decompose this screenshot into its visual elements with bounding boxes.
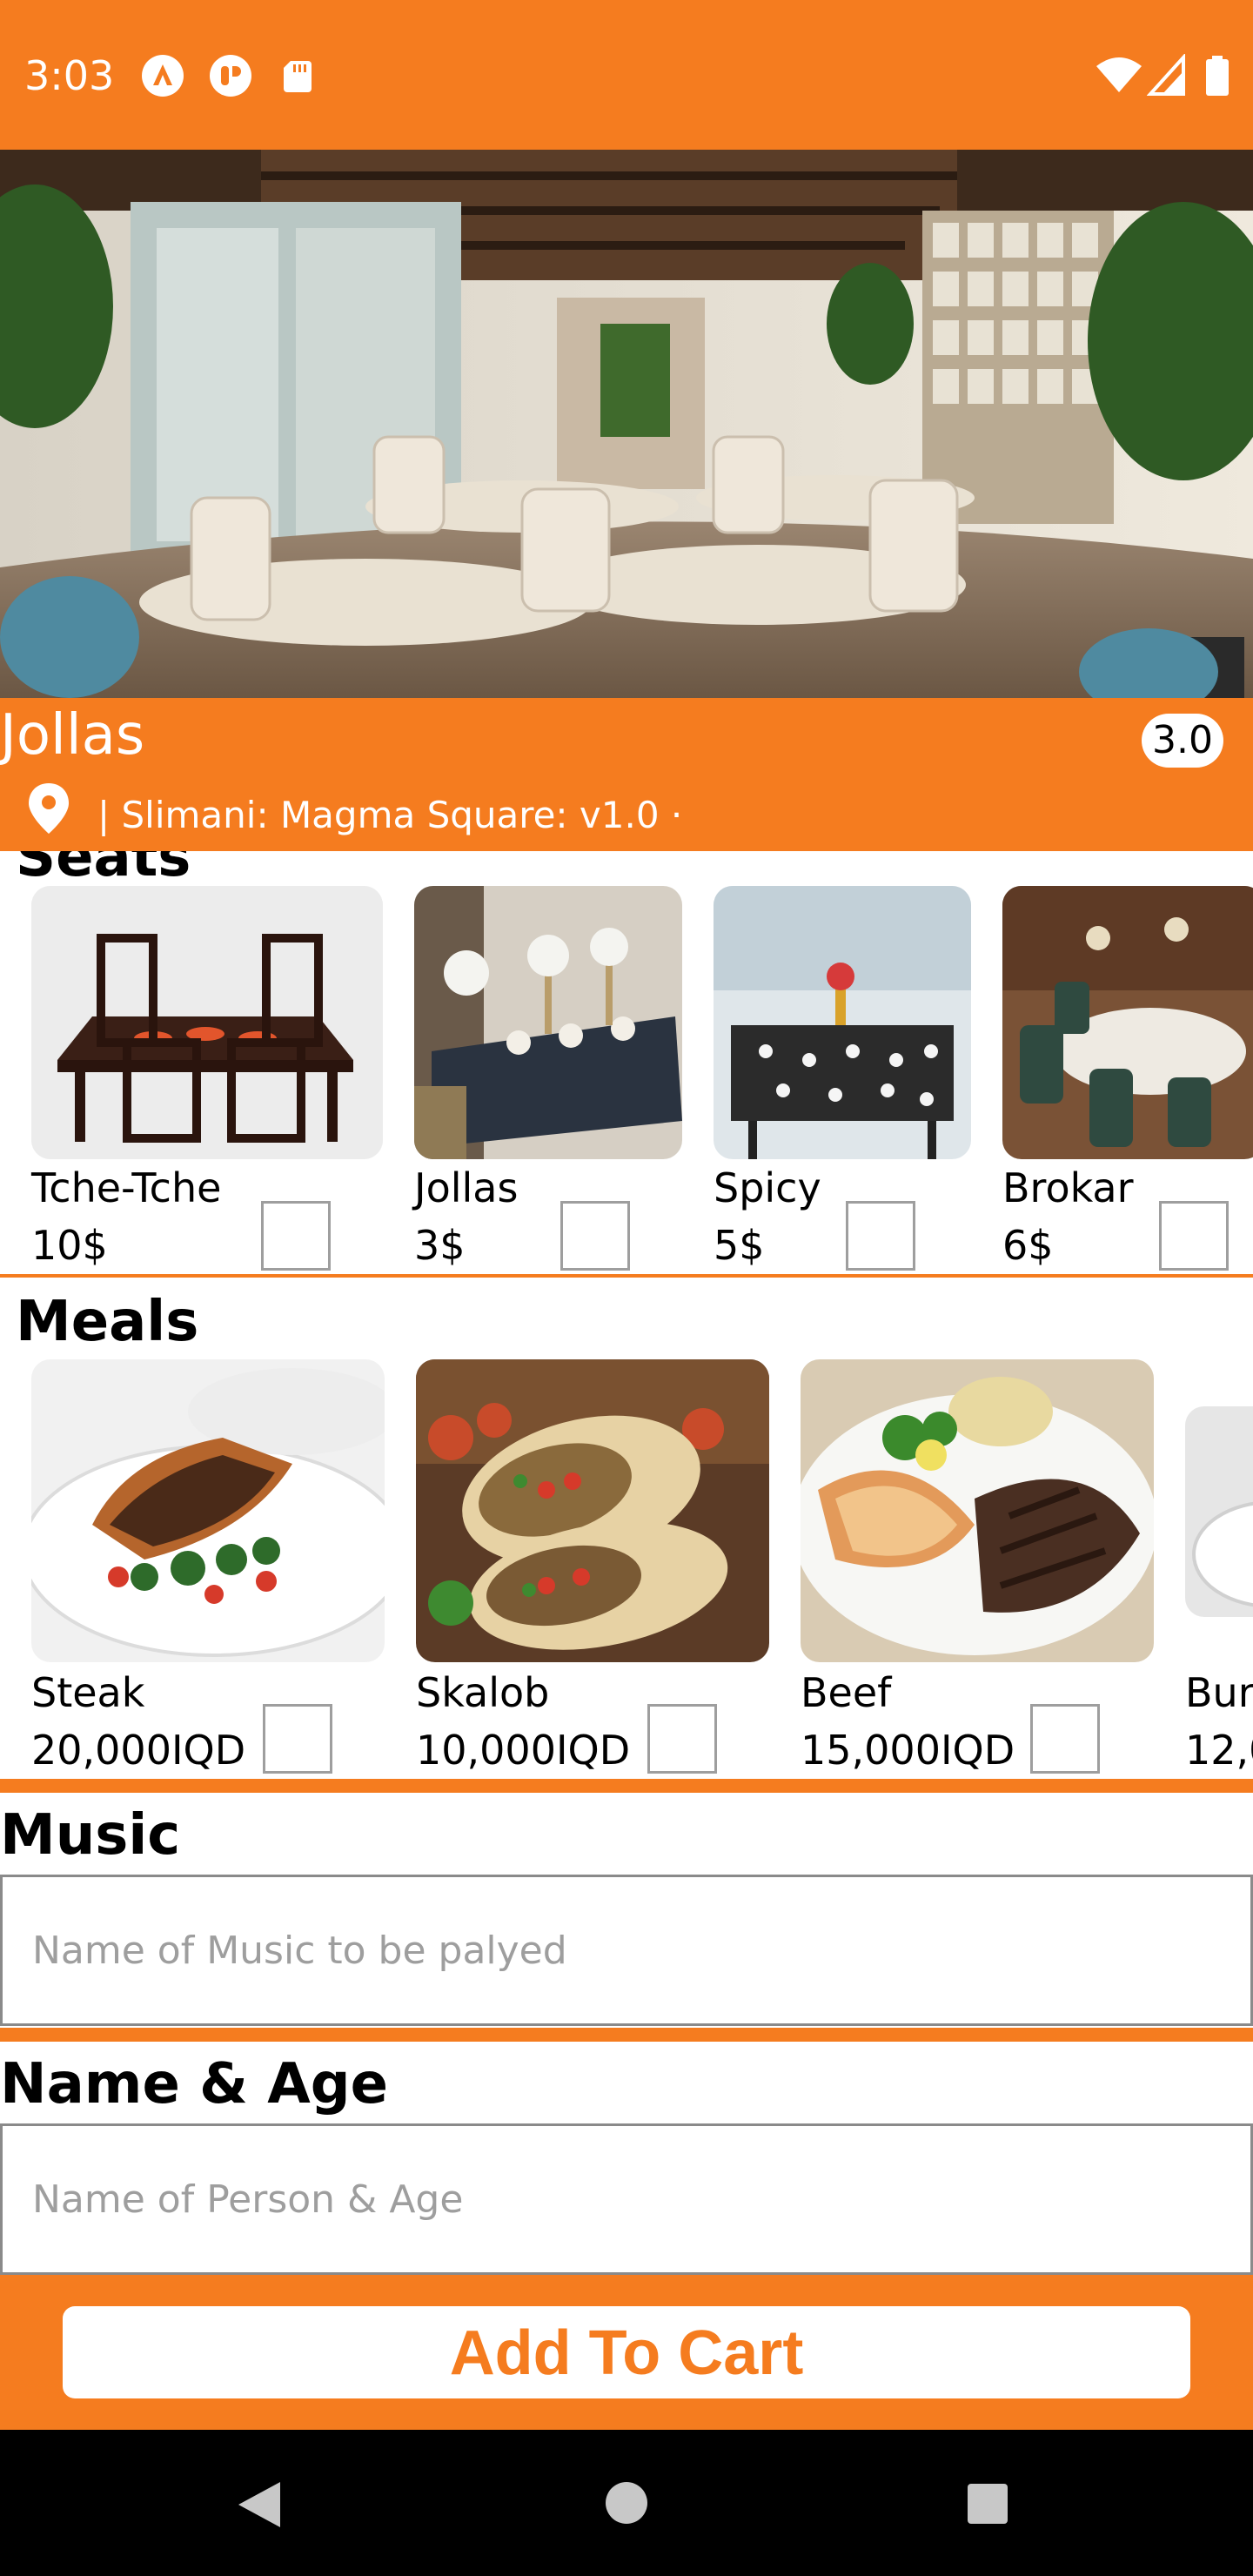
seat-checkbox[interactable] bbox=[261, 1201, 331, 1271]
meal-image-skalob[interactable] bbox=[416, 1359, 769, 1662]
meal-price: 10,000IQD bbox=[416, 1727, 631, 1774]
restaurant-hero-image bbox=[0, 150, 1253, 698]
cellular-signal-icon bbox=[1147, 54, 1185, 96]
seat-price: 3$ bbox=[414, 1222, 466, 1269]
seat-image-spicy[interactable] bbox=[714, 886, 971, 1159]
status-time: 3:03 bbox=[24, 52, 115, 99]
meal-name: Skalob bbox=[416, 1669, 550, 1716]
seat-name: Jollas bbox=[414, 1164, 519, 1211]
meal-name: Bur bbox=[1185, 1669, 1253, 1716]
rating-badge: 3.0 bbox=[1142, 714, 1223, 768]
status-bar: 3:03 bbox=[0, 0, 1253, 150]
battery-icon bbox=[1206, 56, 1229, 96]
section-divider bbox=[0, 2028, 1253, 2042]
meal-price: 12,0 bbox=[1185, 1727, 1253, 1774]
name-age-input[interactable] bbox=[0, 2123, 1253, 2275]
seat-price: 6$ bbox=[1002, 1222, 1054, 1269]
restaurant-name: Jollas bbox=[0, 703, 145, 768]
home-icon[interactable] bbox=[604, 2480, 649, 2526]
section-divider bbox=[0, 1274, 1253, 1278]
meal-checkbox[interactable] bbox=[263, 1704, 332, 1774]
seats-title: Seats bbox=[16, 851, 191, 889]
section-divider bbox=[0, 1779, 1253, 1793]
meal-image-steak[interactable] bbox=[31, 1359, 385, 1662]
seat-image-brokar[interactable] bbox=[1002, 886, 1253, 1159]
meal-price: 15,000IQD bbox=[801, 1727, 1015, 1774]
meal-checkbox[interactable] bbox=[647, 1704, 717, 1774]
meal-image-bur[interactable] bbox=[1185, 1406, 1253, 1617]
meal-name: Beef bbox=[801, 1669, 892, 1716]
seat-checkbox[interactable] bbox=[560, 1201, 630, 1271]
wifi-icon bbox=[1096, 57, 1142, 92]
location-text: | Slimani: Magma Square: v1.0 · bbox=[97, 794, 683, 836]
meal-name: Steak bbox=[31, 1669, 145, 1716]
seat-checkbox[interactable] bbox=[846, 1201, 915, 1271]
location-pin-icon bbox=[29, 783, 69, 834]
meal-image-beef[interactable] bbox=[801, 1359, 1154, 1662]
seat-name: Spicy bbox=[714, 1164, 821, 1211]
autofill-icon bbox=[142, 55, 184, 97]
seat-name: Brokar bbox=[1002, 1164, 1134, 1211]
seat-image-tche-tche[interactable] bbox=[31, 886, 383, 1159]
back-icon[interactable] bbox=[235, 2479, 284, 2531]
meals-title: Meals bbox=[16, 1290, 199, 1354]
navigation-bar bbox=[0, 2430, 1253, 2576]
meal-checkbox[interactable] bbox=[1030, 1704, 1100, 1774]
seat-price: 10$ bbox=[31, 1222, 108, 1269]
seat-price: 5$ bbox=[714, 1222, 765, 1269]
seat-checkbox[interactable] bbox=[1159, 1201, 1229, 1271]
meal-price: 20,000IQD bbox=[31, 1727, 246, 1774]
music-input[interactable] bbox=[0, 1875, 1253, 2026]
recents-icon[interactable] bbox=[966, 2482, 1009, 2526]
seat-image-jollas[interactable] bbox=[414, 886, 682, 1159]
seat-name: Tche-Tche bbox=[31, 1164, 222, 1211]
add-to-cart-button[interactable]: Add To Cart bbox=[63, 2306, 1190, 2398]
shield-icon bbox=[210, 55, 251, 97]
sd-card-icon bbox=[284, 61, 312, 92]
music-title: Music bbox=[0, 1803, 181, 1868]
name-age-title: Name & Age bbox=[0, 2052, 388, 2116]
